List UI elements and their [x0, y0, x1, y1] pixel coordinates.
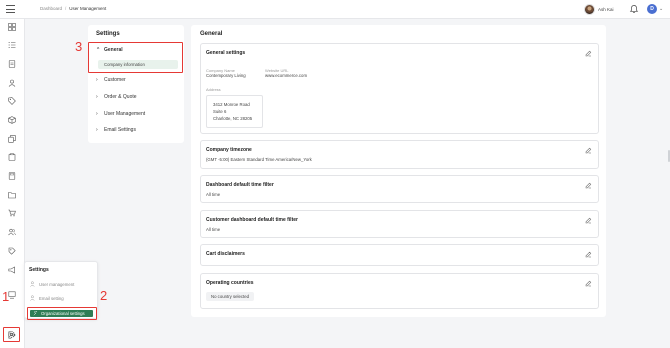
annotation-number-1: 1: [2, 289, 10, 304]
breadcrumb: Dashboard / User Management: [40, 6, 106, 11]
breadcrumb-dashboard[interactable]: Dashboard: [40, 6, 62, 11]
customer-filter-value: All time: [206, 227, 221, 232]
user-mail-icon: [30, 295, 35, 301]
grid-icon[interactable]: [8, 23, 16, 31]
nav-item-label: General: [104, 47, 123, 53]
list-check-icon[interactable]: [8, 41, 16, 49]
nav-item-customer[interactable]: › Customer: [96, 76, 126, 84]
flyout-item-label: Email setting: [39, 295, 64, 301]
nav-item-label: Order & Quote: [104, 94, 137, 100]
users-icon[interactable]: [8, 79, 16, 87]
nav-item-label: Customer: [104, 77, 126, 83]
general-settings-panel: General General settings Company Name Co…: [191, 25, 606, 317]
user-name: Ash Kai: [598, 7, 614, 12]
nav-item-email-settings[interactable]: › Email Settings: [96, 126, 136, 134]
tag-icon[interactable]: [8, 97, 16, 105]
chevron-up-icon: ⌃: [96, 47, 101, 53]
flyout-active-highlight: Organizational settings: [27, 307, 97, 320]
edit-icon[interactable]: [585, 147, 592, 154]
clipboard-icon[interactable]: [8, 153, 16, 161]
address-line: 3412 Monroe Road: [213, 102, 250, 107]
address-label: Address: [206, 87, 221, 92]
flyout-item-label: User management: [39, 281, 75, 287]
folder-icon[interactable]: [8, 191, 16, 199]
bell-icon[interactable]: [629, 4, 639, 14]
country-chip: No country selected: [206, 292, 254, 301]
top-bar: Dashboard / User Management Ash Kai D ⌄: [0, 0, 670, 19]
user-menu[interactable]: Ash Kai: [584, 4, 618, 15]
chevron-right-icon: ›: [96, 111, 98, 117]
edit-icon[interactable]: [585, 280, 592, 287]
nav-item-general[interactable]: ⌃ General: [96, 46, 123, 54]
nav-item-label: Email Settings: [104, 127, 136, 133]
chevron-right-icon: ›: [96, 127, 98, 133]
breadcrumb-current: User Management: [69, 6, 107, 11]
dashboard-filter-value: All time: [206, 192, 221, 197]
flyout-item-user-management[interactable]: User management: [30, 280, 96, 288]
timezone-value: (GMT -5:00) Eastern Standard Time Americ…: [206, 157, 312, 162]
price-tag-icon[interactable]: [8, 247, 16, 255]
address-box: 3412 Monroe Road Suite 6 Charlotte, NC 2…: [206, 95, 263, 128]
nav-item-order-quote[interactable]: › Order & Quote: [96, 93, 137, 101]
chevron-right-icon: ›: [96, 77, 98, 83]
website-value: www.ecommerce.com: [265, 73, 308, 78]
card-title: General settings: [206, 50, 246, 56]
calculator-icon[interactable]: [8, 172, 16, 180]
hamburger-menu-icon[interactable]: [6, 5, 15, 13]
wrench-icon: [33, 311, 38, 316]
megaphone-icon[interactable]: [8, 266, 16, 274]
card-title: Customer dashboard default time filter: [206, 217, 298, 223]
annotation-number-3: 3: [75, 39, 83, 54]
card-title: Company timezone: [206, 147, 252, 153]
nav-subitem-company-information[interactable]: Company information: [98, 60, 178, 69]
page-title: General: [200, 31, 223, 37]
chevron-down-icon: ⌄: [659, 6, 664, 12]
card-title: Cart disclaimers: [206, 251, 245, 257]
copy-icon[interactable]: [8, 135, 16, 143]
address-line: Suite 6: [213, 109, 227, 114]
chevron-right-icon: ›: [96, 94, 98, 100]
card-title: Dashboard default time filter: [206, 182, 274, 188]
dashboard-time-filter-card: Dashboard default time filter All time: [200, 175, 599, 203]
box-icon[interactable]: [8, 116, 16, 124]
card-title: Operating countries: [206, 280, 254, 286]
user-settings-icon: [30, 281, 35, 287]
nav-item-user-management[interactable]: › User Management: [96, 110, 145, 118]
avatar: [584, 4, 595, 15]
edit-icon[interactable]: [585, 50, 592, 57]
settings-nav-title: Settings: [96, 31, 120, 37]
nav-item-label: User Management: [104, 111, 146, 117]
flyout-item-label: Organizational settings: [41, 311, 85, 316]
company-name-value: Contemporary Living: [206, 73, 246, 78]
document-icon[interactable]: [8, 60, 16, 68]
edit-icon[interactable]: [585, 217, 592, 224]
flyout-item-email-setting[interactable]: Email setting: [30, 294, 96, 302]
customer-time-filter-card: Customer dashboard default time filter A…: [200, 210, 599, 238]
logout-icon[interactable]: [8, 331, 16, 339]
account-avatar: D: [647, 4, 657, 14]
flyout-title: Settings: [29, 267, 49, 273]
edit-icon[interactable]: [585, 182, 592, 189]
cart-icon[interactable]: [8, 209, 16, 217]
address-line: Charlotte, NC 28205: [213, 116, 253, 121]
general-settings-card: General settings Company Name Contempora…: [200, 43, 599, 134]
edit-icon[interactable]: [585, 251, 592, 258]
cart-disclaimers-card: Cart disclaimers: [200, 244, 599, 266]
operating-countries-card: Operating countries No country selected: [200, 273, 599, 309]
annotation-number-2: 2: [100, 288, 108, 303]
user-group-icon[interactable]: [8, 228, 16, 236]
company-timezone-card: Company timezone (GMT -5:00) Eastern Sta…: [200, 140, 599, 169]
breadcrumb-separator: /: [65, 6, 67, 11]
flyout-item-organizational-settings[interactable]: Organizational settings: [30, 310, 93, 317]
account-switcher[interactable]: D ⌄: [647, 4, 666, 14]
settings-flyout-menu: Settings User management Email setting O…: [24, 261, 98, 320]
